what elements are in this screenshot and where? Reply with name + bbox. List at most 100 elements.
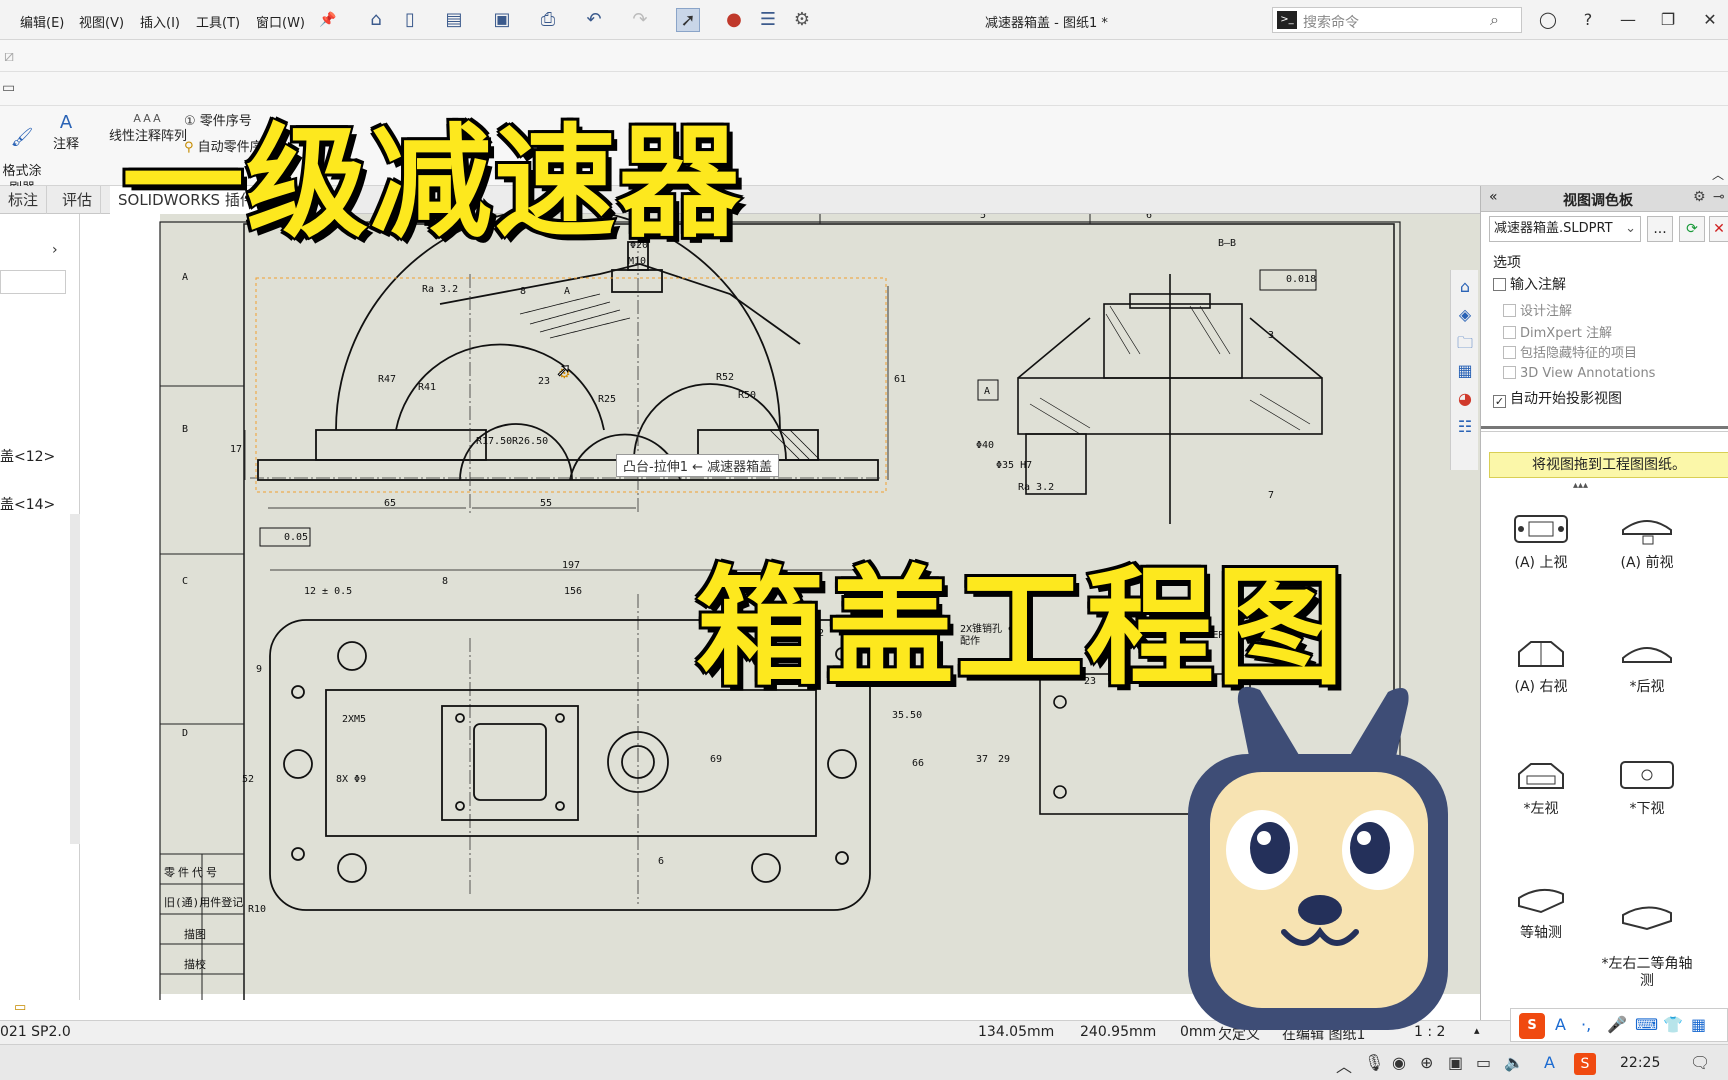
collapse-pane-icon[interactable]: « (1489, 189, 1498, 205)
zone-label: A (182, 272, 189, 283)
view-thumb-left[interactable]: *左视 (1491, 758, 1591, 818)
clear-icon[interactable]: ✕ (1709, 216, 1728, 242)
note-tool[interactable]: A 注释 (48, 112, 84, 152)
tree-item[interactable]: 盖<12> (0, 446, 55, 466)
taskbar-clock[interactable]: 22:25 (1620, 1055, 1660, 1071)
appearances-icon[interactable]: ◕ (1454, 388, 1476, 410)
options-gear-icon[interactable]: ⚙ (790, 8, 814, 32)
import-annotations-option[interactable]: 输入注解 (1493, 274, 1566, 294)
checkbox-icon[interactable] (1503, 326, 1516, 339)
design-annotations-option[interactable]: 设计注解 (1503, 300, 1572, 319)
thread-note: 2XM5 (342, 714, 367, 725)
refresh-icon[interactable]: ⟳ (1679, 216, 1705, 242)
view-thumb-bottom[interactable]: *下视 (1597, 758, 1697, 818)
minimize-button[interactable]: — (1616, 8, 1640, 32)
3d-view-annotations-option[interactable]: 3D View Annotations (1503, 366, 1655, 381)
help-icon[interactable]: ? (1576, 8, 1600, 32)
dimension: R52 (716, 372, 735, 383)
view-thumb-dimetric[interactable]: *左右二等角轴 测 (1589, 882, 1705, 990)
search-icon[interactable]: ⌕ (1490, 10, 1499, 30)
dimension: R50 (738, 390, 757, 401)
document-title: 减速器箱盖 - 图纸1 * (985, 16, 1108, 31)
auto-projected-view-option[interactable]: ✓ 自动开始投影视图 (1493, 388, 1622, 408)
menu-view[interactable]: 视图(V) (79, 12, 124, 31)
layer-icon[interactable]: ▭ (2, 80, 15, 96)
punctuation-icon[interactable]: ·, (1581, 1015, 1591, 1034)
dimension: R17.50 (476, 436, 513, 447)
sogou-tray-icon[interactable]: S (1574, 1053, 1596, 1075)
user-account-icon[interactable]: ◯ (1536, 8, 1560, 32)
checkbox-icon[interactable] (1503, 366, 1516, 379)
format-painter-tool[interactable]: 🖌 格式涂 刷器 (0, 112, 44, 197)
home-icon[interactable]: ⌂ (1454, 276, 1476, 298)
microphone-tray-icon[interactable]: 🎙 (1364, 1053, 1384, 1072)
notification-icon[interactable]: 🗨 (1690, 1053, 1710, 1072)
checkbox-icon[interactable] (1493, 278, 1506, 291)
tree-item[interactable]: 盖<14> (0, 494, 55, 514)
view-palette-icon[interactable]: ▦ (1454, 360, 1476, 382)
volume-icon[interactable]: 🔈 (1504, 1053, 1524, 1072)
toolbox-icon[interactable]: ▦ (1691, 1015, 1706, 1034)
input-language-icon[interactable]: A (1544, 1053, 1555, 1072)
design-library-icon[interactable]: ◈ (1454, 304, 1476, 326)
view-palette-title: 视图调色板 (1563, 193, 1633, 209)
checkbox-icon[interactable] (1503, 304, 1516, 317)
expand-chevron-icon[interactable]: › (52, 242, 58, 258)
app-tray-icon[interactable]: ◉ (1392, 1053, 1406, 1072)
sheet-icon[interactable]: ▭ (14, 1000, 26, 1015)
browse-button[interactable]: ... (1647, 216, 1673, 242)
checked-checkbox-icon[interactable]: ✓ (1493, 395, 1506, 408)
view-thumb-top[interactable]: (A) 上视 (1491, 512, 1591, 572)
tab-evaluate[interactable]: 评估 (54, 186, 102, 214)
menu-edit[interactable]: 编辑(E) (20, 12, 64, 31)
new-document-icon[interactable]: ▯ (398, 8, 422, 32)
section-label: B—B (1218, 238, 1237, 249)
collapse-ribbon-icon[interactable]: ︿ (1712, 166, 1724, 183)
traffic-light-icon[interactable]: ● (722, 8, 746, 32)
microphone-icon[interactable]: 🎤 (1607, 1015, 1627, 1034)
menu-tools[interactable]: 工具(T) (196, 12, 240, 31)
checkbox-icon[interactable] (1503, 346, 1516, 359)
battery-icon[interactable]: ▭ (1476, 1053, 1491, 1072)
search-command-box[interactable]: >_ 搜索命令 ⌕ (1272, 7, 1522, 33)
part-file-select[interactable]: 减速器箱盖.SLDPRT ⌄ (1489, 216, 1641, 242)
menu-insert[interactable]: 插入(I) (140, 12, 180, 31)
menu-window[interactable]: 窗口(W) (256, 12, 305, 31)
redo-icon[interactable]: ↷ (628, 8, 652, 32)
show-hidden-icons[interactable]: ︿ (1336, 1053, 1352, 1077)
view-thumb-front[interactable]: (A) 前视 (1597, 512, 1697, 572)
dimxpert-option[interactable]: DimXpert 注解 (1503, 322, 1612, 341)
splitter[interactable] (70, 514, 80, 844)
view-thumb-isometric[interactable]: 等轴测 (1491, 882, 1591, 942)
ime-language[interactable]: A (1555, 1015, 1566, 1034)
sketch-tools-icon[interactable]: ⧄ (4, 46, 14, 66)
tab-markup[interactable]: 标注 (0, 186, 48, 214)
home-icon[interactable]: ⌂ (364, 8, 388, 32)
save-icon[interactable]: ▣ (490, 8, 514, 32)
custom-properties-icon[interactable]: ☷ (1454, 416, 1476, 438)
scale-up-icon[interactable]: ▴ (1474, 1024, 1480, 1037)
sogou-ime-icon[interactable]: S (1519, 1013, 1545, 1039)
view-thumb-right[interactable]: (A) 右视 (1491, 636, 1591, 696)
pin-icon[interactable]: ⊸ (1713, 189, 1725, 205)
select-cursor-icon[interactable]: ➚ (676, 8, 700, 32)
filter-box[interactable] (0, 270, 66, 294)
drag-handle-icon[interactable]: ▴▴▴ (1573, 480, 1588, 491)
hidden-features-option[interactable]: 包括隐藏特征的项目 (1503, 342, 1637, 361)
settings-gear-icon[interactable]: ⚙ (1693, 189, 1706, 205)
skin-icon[interactable]: 👕 (1663, 1015, 1683, 1034)
keyboard-icon[interactable]: ⌨ (1635, 1015, 1658, 1034)
close-button[interactable]: ✕ (1698, 8, 1722, 32)
network-icon[interactable]: ⊕ (1420, 1053, 1433, 1072)
view-label: *后视 (1629, 679, 1665, 695)
restore-button[interactable]: ❐ (1656, 8, 1680, 32)
print-icon[interactable]: ⎙ (536, 8, 560, 32)
view-thumb-back[interactable]: *后视 (1597, 636, 1697, 696)
file-properties-icon[interactable]: ☰ (756, 8, 780, 32)
display-icon[interactable]: ▣ (1448, 1053, 1463, 1072)
undo-icon[interactable]: ↶ (582, 8, 606, 32)
open-icon[interactable]: ▤ (442, 8, 466, 32)
pin-icon[interactable]: 📌 (316, 8, 340, 32)
file-explorer-icon[interactable]: 🗀 (1454, 332, 1476, 354)
dimension: 3 (1268, 330, 1275, 341)
